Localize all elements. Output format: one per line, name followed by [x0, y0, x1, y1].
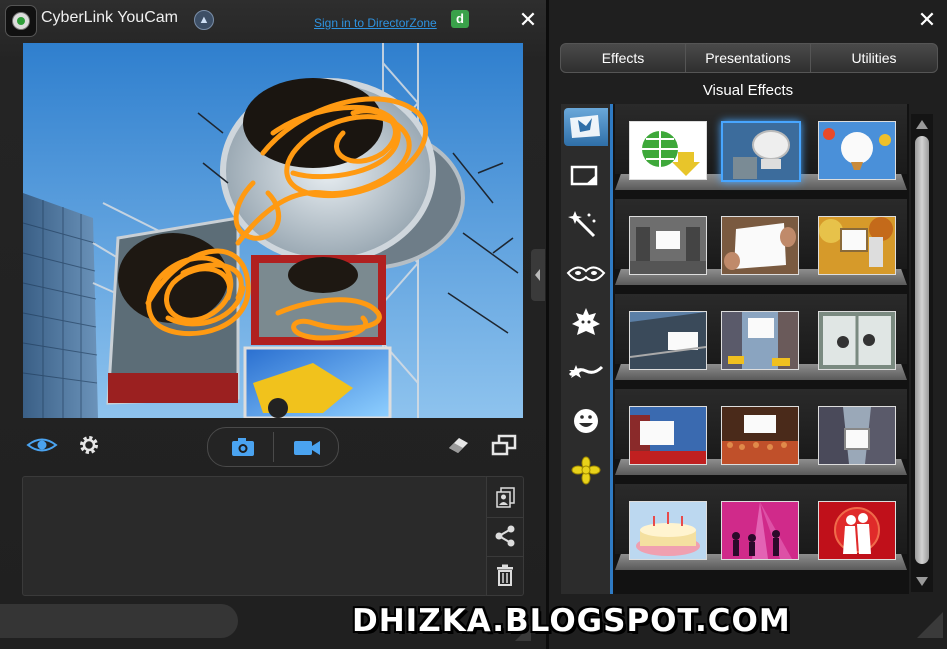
effect-thumbnail[interactable]	[721, 406, 799, 465]
signin-link[interactable]: Sign in to DirectorZone	[314, 16, 437, 30]
eraser-icon[interactable]	[445, 430, 471, 460]
status-bar	[0, 604, 238, 638]
app-title: CyberLink YouCam	[41, 9, 178, 26]
tab-effects[interactable]: Effects	[560, 43, 686, 73]
tray-side-buttons	[486, 476, 524, 596]
eye-icon[interactable]	[26, 430, 58, 460]
shelf	[615, 484, 907, 574]
category-frames[interactable]	[564, 157, 608, 195]
effect-thumbnail[interactable]	[629, 406, 707, 465]
effect-thumbnail[interactable]	[721, 121, 801, 182]
panel-resize-grip-icon[interactable]	[917, 612, 943, 638]
section-title: Visual Effects	[702, 82, 794, 99]
share-icon[interactable]	[493, 524, 517, 548]
camera-preview[interactable]	[23, 43, 523, 418]
effect-thumbnail[interactable]	[721, 501, 799, 560]
category-column	[561, 104, 611, 594]
category-emotions[interactable]	[564, 402, 608, 440]
emotion-icon	[574, 409, 598, 433]
import-icon[interactable]	[493, 485, 517, 509]
gear-icon[interactable]	[76, 430, 102, 460]
effect-thumbnail[interactable]	[721, 311, 799, 370]
frame-icon	[570, 165, 598, 186]
title-bar: CyberLink YouCam ▲ Sign in to DirectorZo…	[0, 0, 546, 40]
media-tray[interactable]	[22, 476, 488, 596]
particle-icon	[568, 365, 604, 378]
fullscreen-icon[interactable]	[490, 430, 518, 460]
effect-thumbnail[interactable]	[629, 501, 707, 560]
youcam-logo-icon	[5, 5, 37, 37]
close-icon[interactable]: ✕	[518, 9, 538, 31]
shelf	[615, 199, 907, 289]
effect-thumbnail[interactable]	[818, 216, 896, 275]
effect-thumbnail[interactable]	[818, 406, 896, 465]
effects-grid	[613, 104, 909, 594]
visual-effects-icon	[570, 115, 600, 138]
category-gadgets[interactable]	[564, 451, 608, 489]
directorzone-icon[interactable]: d	[451, 10, 469, 28]
panel-close-icon[interactable]: ✕	[917, 9, 937, 31]
video-icon[interactable]	[276, 434, 336, 460]
scroll-down-icon[interactable]	[916, 577, 928, 586]
effect-thumbnail[interactable]	[629, 216, 707, 275]
tab-bar: Effects Presentations Utilities	[560, 43, 938, 73]
effect-thumbnail[interactable]	[818, 311, 896, 370]
category-particles[interactable]	[564, 353, 608, 391]
effect-thumbnail[interactable]	[818, 501, 896, 560]
category-masks[interactable]	[564, 255, 608, 293]
tab-presentations[interactable]: Presentations	[685, 43, 811, 73]
mask-icon	[566, 266, 606, 282]
avatar-icon	[572, 308, 600, 335]
tab-utilities[interactable]: Utilities	[810, 43, 938, 73]
camera-icon[interactable]	[212, 434, 272, 460]
preview-scene	[23, 43, 523, 418]
watermark-text: DHIZKA.BLOGSPOT.COM	[352, 603, 791, 639]
category-magic[interactable]	[564, 206, 608, 244]
magic-wand-icon	[568, 211, 596, 238]
effects-panel: ✕ Effects Presentations Utilities Visual…	[549, 0, 947, 649]
upgrade-icon[interactable]: ▲	[194, 10, 214, 30]
shelf	[615, 104, 907, 194]
shelf	[615, 389, 907, 479]
panel-collapse-handle[interactable]	[531, 249, 545, 301]
capture-button-group	[207, 427, 339, 467]
category-visual-effects[interactable]	[564, 108, 608, 146]
effect-thumbnail[interactable]	[629, 121, 707, 180]
category-avatars[interactable]	[564, 304, 608, 342]
trash-icon[interactable]	[493, 563, 517, 587]
scroll-up-icon[interactable]	[916, 120, 928, 129]
effect-thumbnail[interactable]	[818, 121, 896, 180]
scroll-thumb[interactable]	[915, 136, 929, 564]
youcam-main-window: CyberLink YouCam ▲ Sign in to DirectorZo…	[0, 0, 546, 649]
gadget-icon	[571, 456, 601, 485]
effects-scrollbar[interactable]	[911, 114, 933, 592]
effect-thumbnail[interactable]	[721, 216, 799, 275]
shelf	[615, 294, 907, 384]
effect-thumbnail[interactable]	[629, 311, 707, 370]
